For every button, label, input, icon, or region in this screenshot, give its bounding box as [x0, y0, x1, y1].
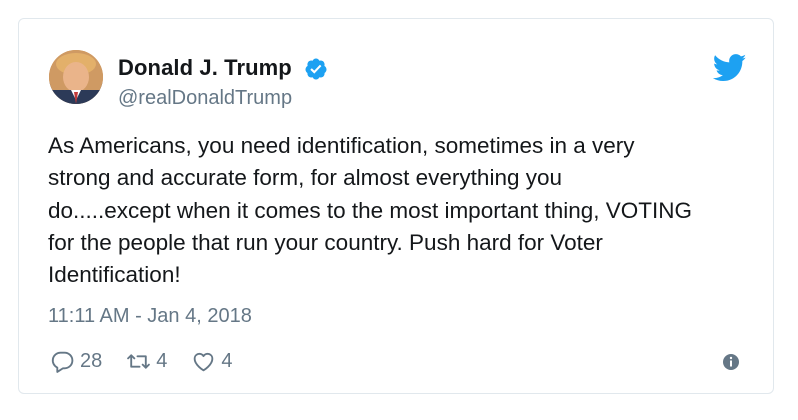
reply-icon	[51, 351, 74, 373]
author-handle[interactable]: @realDonaldTrump	[118, 87, 292, 110]
avatar[interactable]	[49, 50, 103, 104]
avatar-image	[49, 50, 103, 104]
tweet-card: Donald J. Trump @realDonaldTrump As Amer…	[18, 18, 774, 394]
tweet-line: Identification!	[48, 262, 181, 288]
tweet-line: do.....except when it comes to the most …	[48, 197, 693, 223]
info-icon[interactable]	[722, 353, 740, 371]
heart-icon	[194, 352, 214, 371]
like-button[interactable]: 4	[191, 349, 233, 374]
like-count: 4	[221, 349, 233, 372]
retweet-button[interactable]: 4	[126, 349, 167, 374]
tweet-line: strong and accurate form, for almost eve…	[48, 165, 562, 191]
author-display-name[interactable]: Donald J. Trump	[118, 55, 292, 81]
reply-button[interactable]: 28	[50, 349, 102, 374]
tweet-timestamp[interactable]: 11:11 AM - Jan 4, 2018	[48, 305, 252, 328]
retweet-icon	[127, 353, 151, 369]
twitter-bird-icon[interactable]	[713, 54, 747, 82]
tweet-actions: 28 4 4	[50, 348, 257, 374]
tweet-text: As Americans, you need identification, s…	[48, 130, 768, 291]
reply-count: 28	[80, 349, 103, 372]
tweet-line: As Americans, you need identification, s…	[48, 133, 635, 158]
verified-badge-icon	[305, 58, 327, 80]
retweet-count: 4	[156, 349, 168, 372]
tweet-line: for the people that run your country. Pu…	[48, 229, 603, 255]
